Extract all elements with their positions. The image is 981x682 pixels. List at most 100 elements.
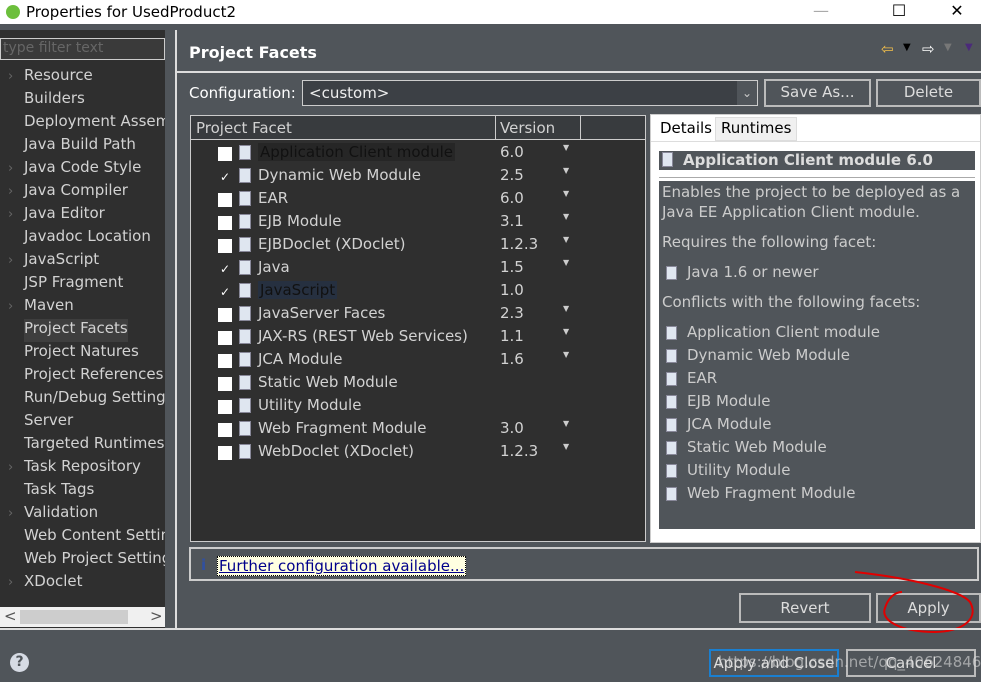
facet-version[interactable]: 1.5 bbox=[500, 258, 524, 276]
table-row[interactable]: JAX-RS (REST Web Services) 1.1 ▼ bbox=[191, 326, 645, 349]
version-dropdown-icon[interactable]: ▼ bbox=[563, 419, 569, 428]
forward-arrow-icon[interactable]: ⇨ bbox=[922, 40, 935, 58]
sidebar-item[interactable]: Resource bbox=[24, 66, 93, 89]
table-row[interactable]: Application Client module 6.0 ▼ bbox=[191, 142, 645, 165]
sidebar-hscrollbar[interactable]: < > bbox=[0, 607, 165, 627]
facet-checkbox[interactable] bbox=[218, 331, 232, 345]
sidebar-item[interactable]: Project References bbox=[24, 365, 163, 388]
scroll-left-icon[interactable]: < bbox=[4, 607, 17, 625]
expand-chevron-icon[interactable]: › bbox=[8, 253, 13, 268]
facet-checkbox[interactable] bbox=[218, 423, 232, 437]
tab-details[interactable]: Details bbox=[654, 115, 719, 141]
table-row[interactable]: EAR 6.0 ▼ bbox=[191, 188, 645, 211]
configuration-select[interactable]: <custom> ⌄ bbox=[302, 80, 758, 106]
sidebar-item[interactable]: Java Compiler bbox=[24, 181, 128, 204]
expand-chevron-icon[interactable]: › bbox=[8, 575, 13, 590]
table-row[interactable]: Static Web Module bbox=[191, 372, 645, 395]
forward-menu-icon[interactable]: ▼ bbox=[944, 42, 952, 53]
minimize-button[interactable]: — bbox=[798, 0, 844, 24]
version-dropdown-icon[interactable]: ▼ bbox=[563, 442, 569, 451]
close-button[interactable]: ✕ bbox=[934, 0, 980, 24]
table-row[interactable]: Utility Module bbox=[191, 395, 645, 418]
column-header-version[interactable]: Version bbox=[500, 119, 555, 137]
facet-version[interactable]: 2.5 bbox=[500, 166, 524, 184]
table-row[interactable]: JCA Module 1.6 ▼ bbox=[191, 349, 645, 372]
sidebar-item[interactable]: XDoclet bbox=[24, 572, 83, 595]
facet-checkbox[interactable] bbox=[218, 308, 232, 322]
table-row[interactable]: EJBDoclet (XDoclet) 1.2.3 ▼ bbox=[191, 234, 645, 257]
sidebar-item[interactable]: Task Tags bbox=[24, 480, 94, 503]
expand-chevron-icon[interactable]: › bbox=[8, 184, 13, 199]
help-icon[interactable]: ? bbox=[10, 653, 29, 672]
back-menu-icon[interactable]: ▼ bbox=[903, 42, 911, 53]
version-dropdown-icon[interactable]: ▼ bbox=[563, 350, 569, 359]
sidebar-item[interactable]: Project Natures bbox=[24, 342, 139, 365]
table-row[interactable]: EJB Module 3.1 ▼ bbox=[191, 211, 645, 234]
scroll-right-icon[interactable]: > bbox=[150, 607, 163, 625]
table-row[interactable]: WebDoclet (XDoclet) 1.2.3 ▼ bbox=[191, 441, 645, 464]
sash[interactable] bbox=[175, 30, 177, 630]
table-row[interactable]: Web Fragment Module 3.0 ▼ bbox=[191, 418, 645, 441]
facet-version[interactable]: 6.0 bbox=[500, 189, 524, 207]
version-dropdown-icon[interactable]: ▼ bbox=[563, 143, 569, 152]
sidebar-item[interactable]: Validation bbox=[24, 503, 98, 526]
sidebar-item[interactable]: Maven bbox=[24, 296, 74, 319]
sidebar-item[interactable]: Java Code Style bbox=[24, 158, 141, 181]
version-dropdown-icon[interactable]: ▼ bbox=[563, 304, 569, 313]
sidebar-item[interactable]: Javadoc Location bbox=[24, 227, 151, 250]
version-dropdown-icon[interactable]: ▼ bbox=[563, 235, 569, 244]
sidebar-item[interactable]: Web Content Settin bbox=[24, 526, 165, 549]
facet-checkbox[interactable] bbox=[218, 446, 232, 460]
sidebar-item[interactable]: Task Repository bbox=[24, 457, 141, 480]
table-row[interactable]: ✓ Dynamic Web Module 2.5 ▼ bbox=[191, 165, 645, 188]
facet-version[interactable]: 3.1 bbox=[500, 212, 524, 230]
facet-checkbox[interactable]: ✓ bbox=[218, 170, 232, 184]
version-dropdown-icon[interactable]: ▼ bbox=[563, 327, 569, 336]
facet-version[interactable]: 3.0 bbox=[500, 419, 524, 437]
view-menu-icon[interactable]: ▼ bbox=[965, 42, 973, 53]
facet-version[interactable]: 6.0 bbox=[500, 143, 524, 161]
facet-checkbox[interactable] bbox=[218, 239, 232, 253]
sidebar-item[interactable]: Builders bbox=[24, 89, 85, 112]
facet-checkbox[interactable] bbox=[218, 193, 232, 207]
sidebar-item[interactable]: Run/Debug Setting bbox=[24, 388, 165, 411]
sidebar-item[interactable]: Java Editor bbox=[24, 204, 105, 227]
maximize-button[interactable]: ☐ bbox=[876, 0, 922, 24]
sidebar-item[interactable]: Deployment Assem bbox=[24, 112, 165, 135]
version-dropdown-icon[interactable]: ▼ bbox=[563, 258, 569, 267]
further-configuration-link[interactable]: Further configuration available... bbox=[217, 556, 467, 576]
version-dropdown-icon[interactable]: ▼ bbox=[563, 212, 569, 221]
facet-version[interactable]: 1.6 bbox=[500, 350, 524, 368]
sidebar-item[interactable]: Server bbox=[24, 411, 73, 434]
column-header-facet[interactable]: Project Facet bbox=[196, 119, 292, 137]
facet-checkbox[interactable] bbox=[218, 147, 232, 161]
back-arrow-icon[interactable]: ⇦ bbox=[881, 40, 894, 58]
facet-checkbox[interactable]: ✓ bbox=[218, 285, 232, 299]
sidebar-item[interactable]: Targeted Runtimes bbox=[24, 434, 164, 457]
expand-chevron-icon[interactable]: › bbox=[8, 69, 13, 84]
facet-version[interactable]: 1.2.3 bbox=[500, 235, 538, 253]
facet-checkbox[interactable] bbox=[218, 354, 232, 368]
filter-input[interactable]: type filter text bbox=[0, 38, 165, 60]
sidebar-item[interactable]: Web Project Setting bbox=[24, 549, 165, 572]
sidebar-item[interactable]: Java Build Path bbox=[24, 135, 136, 158]
chevron-down-icon[interactable]: ⌄ bbox=[737, 81, 757, 105]
version-dropdown-icon[interactable]: ▼ bbox=[563, 166, 569, 175]
scroll-thumb[interactable] bbox=[20, 610, 128, 624]
tab-runtimes[interactable]: Runtimes bbox=[715, 117, 798, 141]
facet-checkbox[interactable]: ✓ bbox=[218, 262, 232, 276]
facet-checkbox[interactable] bbox=[218, 377, 232, 391]
table-row[interactable]: ✓ JavaScript 1.0 bbox=[191, 280, 645, 303]
delete-button[interactable]: Delete bbox=[876, 79, 981, 107]
sidebar-item[interactable]: JavaScript bbox=[24, 250, 99, 273]
facet-checkbox[interactable] bbox=[218, 400, 232, 414]
save-as-button[interactable]: Save As... bbox=[764, 79, 871, 107]
sidebar-item[interactable]: Project Facets bbox=[24, 319, 128, 342]
facet-version[interactable]: 1.2.3 bbox=[500, 442, 538, 460]
expand-chevron-icon[interactable]: › bbox=[8, 207, 13, 222]
version-dropdown-icon[interactable]: ▼ bbox=[563, 189, 569, 198]
sidebar-item[interactable]: JSP Fragment bbox=[24, 273, 123, 296]
expand-chevron-icon[interactable]: › bbox=[8, 299, 13, 314]
table-row[interactable]: ✓ Java 1.5 ▼ bbox=[191, 257, 645, 280]
expand-chevron-icon[interactable]: › bbox=[8, 161, 13, 176]
